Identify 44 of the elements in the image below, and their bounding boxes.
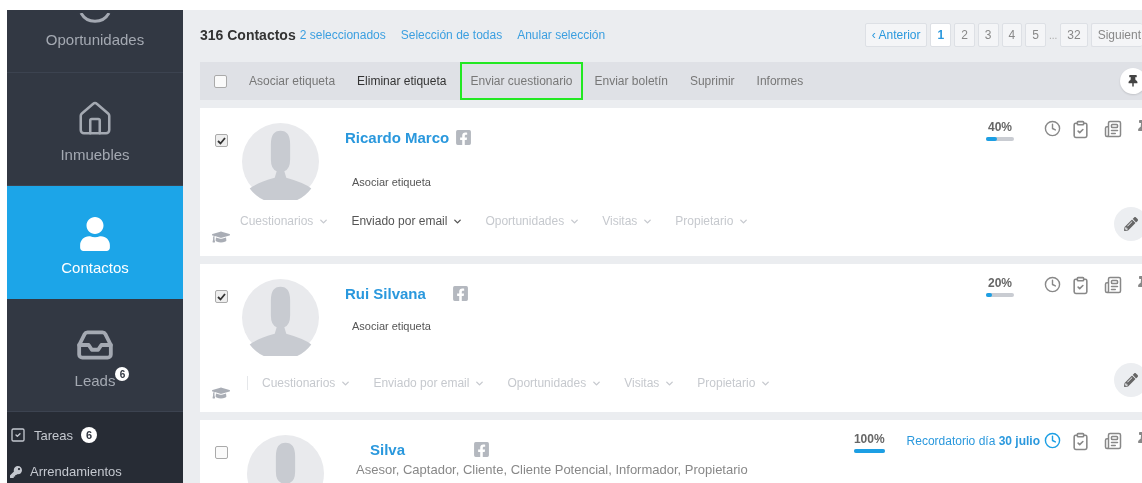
filter-dropdown[interactable]: Propietario	[675, 214, 750, 228]
filter-dropdown[interactable]: Oportunidades	[507, 376, 603, 390]
previous-page-button[interactable]: ‹ Anterior	[864, 23, 928, 47]
progress-percent: 20%	[988, 276, 1012, 290]
sidebar-link[interactable]: Tareas 6	[10, 427, 183, 443]
page-button[interactable]: 4	[1001, 23, 1023, 47]
filter-dropdown[interactable]: Oportunidades	[485, 214, 581, 228]
contact-name[interactable]: Ricardo Marco	[345, 129, 450, 146]
filter-dropdown[interactable]: Propietario	[697, 376, 772, 390]
page-button[interactable]: 2	[954, 23, 975, 47]
filter-dropdown[interactable]: Visitas	[624, 376, 676, 390]
add-tag-link[interactable]: Asociar etiqueta	[352, 176, 852, 188]
toolbar-action[interactable]: Enviar cuestionario	[460, 62, 583, 100]
add-tag-link[interactable]: Asociar etiqueta	[352, 320, 852, 332]
page-ellipsis: ...	[1048, 29, 1058, 41]
reminder-text: Recordatorio día 30 julio	[906, 434, 1040, 448]
sidebar-link[interactable]: Arrendamientos	[10, 464, 183, 479]
page-button[interactable]: 1	[930, 23, 952, 47]
page-button[interactable]: 3	[977, 23, 999, 47]
tag-list: Asesor, Captador, Cliente, Cliente Potencial, Informador, Propietario	[356, 462, 852, 477]
filter-dropdown[interactable]: Enviado por email	[373, 376, 486, 390]
toolbar-action[interactable]: Enviar boletín	[584, 62, 678, 100]
selection-link[interactable]: Anular selección	[517, 28, 606, 42]
selection-link[interactable]: Selección de todas	[400, 28, 503, 42]
page-button[interactable]: 32	[1060, 23, 1088, 47]
count-badge: 6	[115, 367, 130, 381]
contact-name[interactable]: Rui Silvana	[345, 285, 426, 302]
filter-dropdown[interactable]: Enviado por email	[351, 214, 464, 228]
progress-percent: 40%	[988, 120, 1012, 134]
count-badge: 6	[81, 427, 98, 443]
progress-percent: 100%	[853, 432, 885, 446]
filter-dropdown[interactable]: Cuestionarios	[262, 376, 352, 390]
selected-count-link[interactable]: 2 seleccionados	[299, 28, 386, 42]
toolbar-action[interactable]: Eliminar etiqueta	[347, 62, 457, 100]
filter-dropdown[interactable]: Cuestionarios	[240, 214, 330, 228]
contact-count: 316 Contactos	[200, 27, 296, 43]
page-button[interactable]: 5	[1025, 23, 1046, 47]
toolbar-action[interactable]: Asociar etiqueta	[239, 62, 346, 100]
sidebar-item[interactable]: Contactos	[7, 186, 183, 299]
toolbar-action[interactable]: Suprimir	[679, 62, 745, 100]
filter-dropdown[interactable]: Visitas	[602, 214, 654, 228]
contact-name[interactable]: Silva	[370, 441, 406, 458]
next-page-button[interactable]: Siguient	[1090, 23, 1142, 47]
toolbar-action[interactable]: Informes	[746, 62, 814, 100]
